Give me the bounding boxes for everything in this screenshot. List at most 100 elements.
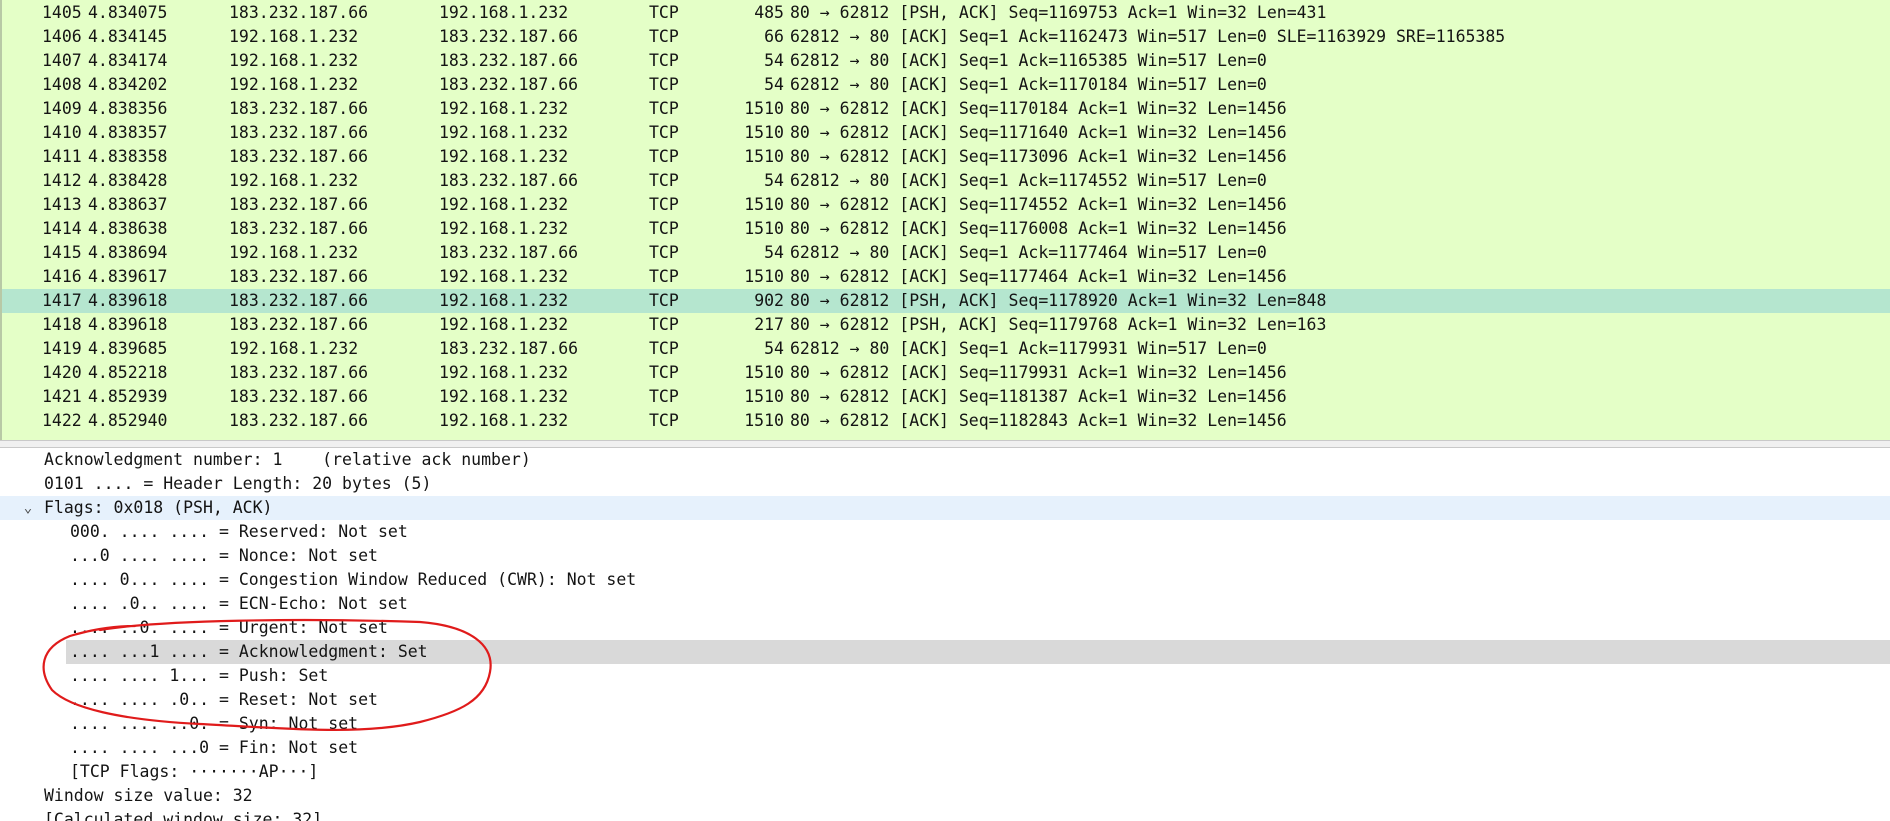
packet-row[interactable]: 1415 4.838694 192.168.1.232 183.232.187.66 T…: [2, 241, 1890, 265]
detail-line[interactable]: [Calculated window size: 32]: [0, 808, 1890, 821]
detail-line[interactable]: .... .... ..0. = Syn: Not set: [0, 712, 1890, 736]
packet-row[interactable]: 1417 4.839618 183.232.187.66 192.168.1.232 T…: [2, 289, 1890, 313]
packet-cell-dst: 192.168.1.232: [439, 387, 569, 406]
packet-cell-dst: 183.232.187.66: [439, 51, 579, 70]
packet-cell-no: 1415: [42, 243, 82, 262]
packet-row[interactable]: 1420 4.852218 183.232.187.66 192.168.1.232 T…: [2, 361, 1890, 385]
detail-line[interactable]: .... .... .0.. = Reset: Not set: [0, 688, 1890, 712]
packet-cell-time: 4.838694: [88, 243, 168, 262]
packet-cell-len: 1510: [744, 387, 784, 406]
detail-text: .... .... ..0. = Syn: Not set: [70, 714, 359, 733]
packet-cell-proto: TCP: [649, 219, 679, 238]
packet-cell-dst: 192.168.1.232: [439, 219, 569, 238]
detail-line[interactable]: [TCP Flags: ·······AP···]: [0, 760, 1890, 784]
packet-cell-time: 4.839685: [88, 339, 168, 358]
packet-cell-info: 62812 → 80 [ACK] Seq=1 Ack=1165385 Win=5…: [790, 51, 1267, 70]
packet-cell-no: 1422: [42, 411, 82, 430]
detail-line[interactable]: .... 0... .... = Congestion Window Reduc…: [0, 568, 1890, 592]
packet-cell-proto: TCP: [649, 75, 679, 94]
packet-cell-no: 1413: [42, 195, 82, 214]
packet-cell-src: 192.168.1.232: [229, 243, 359, 262]
packet-cell-dst: 192.168.1.232: [439, 363, 569, 382]
packet-cell-src: 183.232.187.66: [229, 195, 369, 214]
packet-row[interactable]: 1421 4.852939 183.232.187.66 192.168.1.232 T…: [2, 385, 1890, 409]
detail-line[interactable]: .... .0.. .... = ECN-Echo: Not set: [0, 592, 1890, 616]
packet-row[interactable]: 1412 4.838428 192.168.1.232 183.232.187.66 T…: [2, 169, 1890, 193]
packet-cell-no: 1406: [42, 27, 82, 46]
detail-line[interactable]: 0101 .... = Header Length: 20 bytes (5): [0, 472, 1890, 496]
packet-cell-dst: 192.168.1.232: [439, 123, 569, 142]
detail-line[interactable]: Acknowledgment number: 1 (relative ack n…: [0, 448, 1890, 472]
packet-cell-time: 4.834145: [88, 27, 168, 46]
packet-cell-no: 1409: [42, 99, 82, 118]
chevron-down-icon[interactable]: ⌄: [18, 496, 38, 520]
packet-cell-len: 54: [764, 171, 784, 190]
packet-cell-dst: 192.168.1.232: [439, 3, 569, 22]
packet-row[interactable]: 1418 4.839618 183.232.187.66 192.168.1.232 T…: [2, 313, 1890, 337]
packet-cell-src: 192.168.1.232: [229, 171, 359, 190]
detail-text: .... .... ...0 = Fin: Not set: [70, 738, 359, 757]
packet-cell-info: 62812 → 80 [ACK] Seq=1 Ack=1177464 Win=5…: [790, 243, 1267, 262]
packet-details-pane[interactable]: Acknowledgment number: 1 (relative ack n…: [0, 448, 1890, 821]
packet-cell-proto: TCP: [649, 243, 679, 262]
packet-cell-time: 4.839617: [88, 267, 168, 286]
packet-row[interactable]: 1413 4.838637 183.232.187.66 192.168.1.232 T…: [2, 193, 1890, 217]
detail-line[interactable]: Window size value: 32: [0, 784, 1890, 808]
packet-row[interactable]: 1409 4.838356 183.232.187.66 192.168.1.232 T…: [2, 97, 1890, 121]
packet-cell-time: 4.838638: [88, 219, 168, 238]
packet-cell-info: 62812 → 80 [ACK] Seq=1 Ack=1174552 Win=5…: [790, 171, 1267, 190]
packet-cell-dst: 192.168.1.232: [439, 291, 569, 310]
detail-line-selected[interactable]: .... ...1 .... = Acknowledgment: Set: [66, 640, 1890, 664]
packet-cell-time: 4.852218: [88, 363, 168, 382]
packet-cell-info: 80 → 62812 [ACK] Seq=1173096 Ack=1 Win=3…: [790, 147, 1287, 166]
packet-cell-src: 183.232.187.66: [229, 291, 369, 310]
packet-cell-time: 4.838356: [88, 99, 168, 118]
packet-row[interactable]: 1406 4.834145 192.168.1.232 183.232.187.66 T…: [2, 25, 1890, 49]
detail-text: Flags: 0x018 (PSH, ACK): [44, 498, 273, 517]
detail-line[interactable]: 000. .... .... = Reserved: Not set: [0, 520, 1890, 544]
packet-cell-proto: TCP: [649, 267, 679, 286]
packet-cell-time: 4.838357: [88, 123, 168, 142]
detail-line[interactable]: .... ..0. .... = Urgent: Not set: [0, 616, 1890, 640]
packet-cell-proto: TCP: [649, 411, 679, 430]
packet-cell-no: 1421: [42, 387, 82, 406]
detail-text: Acknowledgment number: 1 (relative ack n…: [44, 450, 531, 469]
packet-cell-info: 62812 → 80 [ACK] Seq=1 Ack=1170184 Win=5…: [790, 75, 1267, 94]
pane-splitter[interactable]: [0, 440, 1890, 448]
packet-cell-src: 183.232.187.66: [229, 315, 369, 334]
packet-row[interactable]: 1422 4.852940 183.232.187.66 192.168.1.232 T…: [2, 409, 1890, 433]
packet-cell-dst: 192.168.1.232: [439, 99, 569, 118]
packet-cell-len: 1510: [744, 363, 784, 382]
detail-text: .... .... .0.. = Reset: Not set: [70, 690, 378, 709]
packet-row[interactable]: 1411 4.838358 183.232.187.66 192.168.1.232 T…: [2, 145, 1890, 169]
packet-row[interactable]: 1416 4.839617 183.232.187.66 192.168.1.232 T…: [2, 265, 1890, 289]
packet-cell-no: 1410: [42, 123, 82, 142]
packet-row[interactable]: 1414 4.838638 183.232.187.66 192.168.1.232 T…: [2, 217, 1890, 241]
packet-cell-len: 902: [754, 291, 784, 310]
packet-cell-no: 1405: [42, 3, 82, 22]
detail-text: Window size value: 32: [44, 786, 253, 805]
detail-line[interactable]: ...0 .... .... = Nonce: Not set: [0, 544, 1890, 568]
packet-list-pane[interactable]: 1405 4.834075 183.232.187.66 192.168.1.232 T…: [0, 0, 1890, 440]
packet-cell-dst: 183.232.187.66: [439, 339, 579, 358]
packet-row[interactable]: 1419 4.839685 192.168.1.232 183.232.187.66 T…: [2, 337, 1890, 361]
detail-line[interactable]: .... .... ...0 = Fin: Not set: [0, 736, 1890, 760]
packet-cell-info: 80 → 62812 [PSH, ACK] Seq=1179768 Ack=1 …: [790, 315, 1327, 334]
packet-cell-proto: TCP: [649, 27, 679, 46]
packet-cell-proto: TCP: [649, 315, 679, 334]
packet-cell-no: 1408: [42, 75, 82, 94]
packet-row[interactable]: 1410 4.838357 183.232.187.66 192.168.1.232 T…: [2, 121, 1890, 145]
detail-line-flags[interactable]: ⌄ Flags: 0x018 (PSH, ACK): [0, 496, 1890, 520]
packet-cell-info: 80 → 62812 [ACK] Seq=1170184 Ack=1 Win=3…: [790, 99, 1287, 118]
packet-row[interactable]: 1408 4.834202 192.168.1.232 183.232.187.66 T…: [2, 73, 1890, 97]
packet-cell-info: 80 → 62812 [ACK] Seq=1177464 Ack=1 Win=3…: [790, 267, 1287, 286]
packet-cell-len: 217: [754, 315, 784, 334]
packet-cell-dst: 183.232.187.66: [439, 27, 579, 46]
packet-cell-info: 80 → 62812 [ACK] Seq=1181387 Ack=1 Win=3…: [790, 387, 1287, 406]
detail-line[interactable]: .... .... 1... = Push: Set: [0, 664, 1890, 688]
packet-row[interactable]: 1405 4.834075 183.232.187.66 192.168.1.232 T…: [2, 1, 1890, 25]
packet-cell-len: 54: [764, 243, 784, 262]
packet-cell-time: 4.834202: [88, 75, 168, 94]
packet-row[interactable]: 1407 4.834174 192.168.1.232 183.232.187.66 T…: [2, 49, 1890, 73]
detail-text: .... .0.. .... = ECN-Echo: Not set: [70, 594, 408, 613]
